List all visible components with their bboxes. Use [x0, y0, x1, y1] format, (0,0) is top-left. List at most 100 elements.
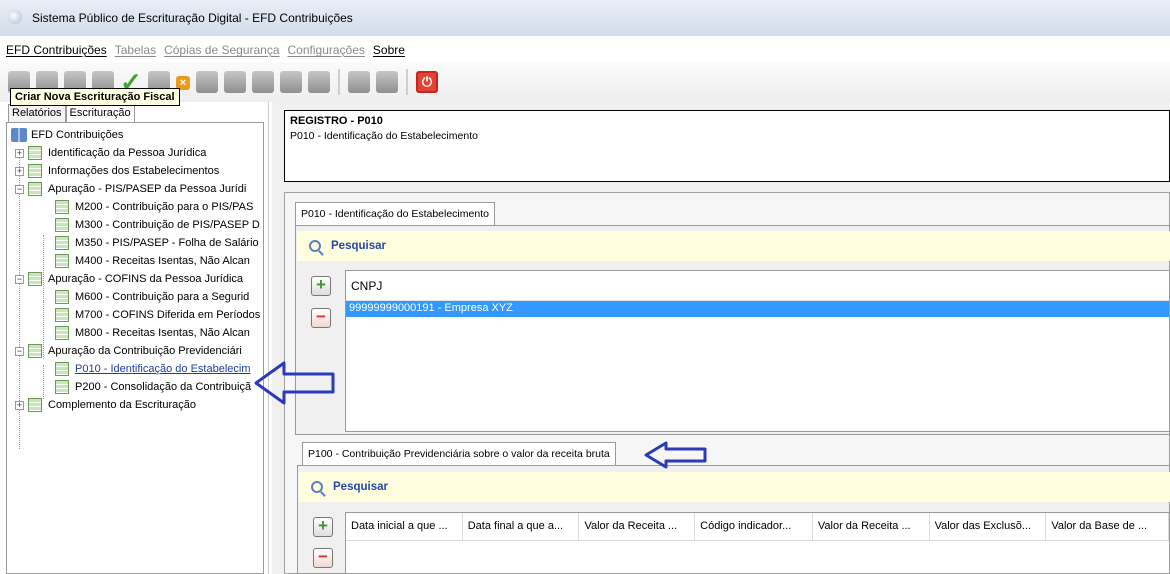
- p100-header-row: Data inicial a que ... Data final a que …: [346, 513, 1170, 541]
- register-subtitle: P010 - Identificação do Estabelecimento: [290, 130, 478, 142]
- column-header[interactable]: Valor da Receita ...: [579, 513, 696, 540]
- tab-relatorios[interactable]: Relatórios: [8, 104, 66, 124]
- table-icon: [55, 254, 69, 268]
- book-icon[interactable]: [308, 71, 330, 93]
- column-header[interactable]: Valor da Base de ...: [1046, 513, 1170, 540]
- export-icon[interactable]: [224, 71, 246, 93]
- tree-item[interactable]: M700 - COFINS Diferida em Períodos: [55, 306, 260, 324]
- table-row-selected[interactable]: 99999999000191 - Empresa XYZ: [346, 301, 1169, 317]
- power-exit-icon[interactable]: ⏻: [416, 71, 438, 93]
- expand-plus-icon[interactable]: +: [15, 148, 24, 158]
- table-icon: [28, 398, 42, 412]
- table-icon: [55, 308, 69, 322]
- table-icon: [28, 182, 42, 196]
- remove-row-button[interactable]: −: [313, 548, 333, 568]
- tree-item-label: M400 - Receitas Isentas, Não Alcan: [75, 255, 250, 267]
- tree-item-label: P200 - Consolidação da Contribuiçã: [75, 381, 252, 393]
- p010-search-label: Pesquisar: [331, 240, 386, 252]
- app-icon: [8, 10, 22, 24]
- table-icon: [55, 380, 69, 394]
- add-row-button[interactable]: +: [311, 276, 331, 296]
- tree-item[interactable]: M600 - Contribuição para a Segurid: [55, 288, 249, 306]
- tree-root[interactable]: EFD Contribuições: [11, 126, 123, 144]
- expand-plus-icon[interactable]: +: [15, 400, 24, 410]
- tree-item[interactable]: − Apuração - PIS/PASEP da Pessoa Jurídi: [15, 180, 246, 198]
- tree-item-label: M200 - Contribuição para o PIS/PAS: [75, 201, 254, 213]
- table-icon: [28, 146, 42, 160]
- navigation-tree: EFD Contribuições + Identificação da Pes…: [6, 122, 264, 574]
- table-icon: [55, 200, 69, 214]
- tab-escrituracao[interactable]: Escrituração: [65, 104, 135, 124]
- table-icon: [28, 272, 42, 286]
- tree-item-label: Complemento da Escrituração: [48, 399, 196, 411]
- collapse-minus-icon[interactable]: −: [15, 184, 24, 194]
- column-header[interactable]: Data final a que a...: [463, 513, 580, 540]
- p100-grid: Data inicial a que ... Data final a que …: [345, 512, 1170, 574]
- table-icon: [55, 218, 69, 232]
- tree-item-label: Apuração da Contribuição Previdenciári: [48, 345, 242, 357]
- column-header[interactable]: Código indicador...: [695, 513, 813, 540]
- tree-item-label: M350 - PIS/PASEP - Folha de Salário: [75, 237, 259, 249]
- tab-p010[interactable]: P010 - Identificação do Estabelecimento: [295, 202, 495, 226]
- column-header[interactable]: Valor da Receita ...: [813, 513, 930, 540]
- print-icon[interactable]: [196, 71, 218, 93]
- tree-item[interactable]: M300 - Contribuição de PIS/PASEP D: [55, 216, 260, 234]
- p010-grid: CNPJ 99999999000191 - Empresa XYZ: [345, 270, 1170, 432]
- save-as-icon[interactable]: [376, 71, 398, 93]
- tree-item-label: M600 - Contribuição para a Segurid: [75, 291, 250, 303]
- tab-p100[interactable]: P100 - Contribuição Previdenciária sobre…: [302, 442, 616, 466]
- mail-icon[interactable]: [280, 71, 302, 93]
- register-title: REGISTRO - P010: [290, 115, 383, 127]
- tree-item-label: M700 - COFINS Diferida em Períodos: [75, 309, 261, 321]
- book-icon: [11, 128, 27, 142]
- menu-sobre[interactable]: Sobre: [373, 43, 405, 57]
- annotation-arrow-left: [254, 361, 335, 405]
- tree-item[interactable]: M800 - Receitas Isentas, Não Alcan: [55, 324, 250, 342]
- tree-guide: [43, 235, 44, 303]
- table-icon: [28, 164, 42, 178]
- tree-item[interactable]: M400 - Receitas Isentas, Não Alcan: [55, 252, 250, 270]
- menu-copias-seguranca[interactable]: Cópias de Segurança: [164, 43, 279, 57]
- tree-item-label: Identificação da Pessoa Jurídica: [48, 147, 207, 159]
- tree-item[interactable]: M200 - Contribuição para o PIS/PAS: [55, 198, 253, 216]
- window-title: Sistema Público de Escrituração Digital …: [32, 11, 353, 25]
- tree-item-label: M300 - Contribuição de PIS/PASEP D: [75, 219, 260, 231]
- column-header[interactable]: Valor das Exclusõ...: [930, 513, 1047, 540]
- table-icon: [55, 236, 69, 250]
- left-tabs: Relatórios Escrituração: [8, 104, 135, 124]
- p100-search-label: Pesquisar: [333, 481, 388, 493]
- window-title-bar: Sistema Público de Escrituração Digital …: [0, 0, 1170, 36]
- table-icon: [28, 344, 42, 358]
- tree-item[interactable]: M350 - PIS/PASEP - Folha de Salário: [55, 234, 259, 252]
- menu-efd-contribuicoes[interactable]: EFD Contribuições: [6, 43, 107, 57]
- tree-item[interactable]: + Complemento da Escrituração: [15, 396, 196, 414]
- register-header: REGISTRO - P010 P010 - Identificação do …: [284, 110, 1170, 182]
- toolbar-tooltip: Criar Nova Escrituração Fiscal: [10, 88, 180, 106]
- collapse-minus-icon[interactable]: −: [15, 346, 24, 356]
- tree-item[interactable]: P200 - Consolidação da Contribuiçã: [55, 378, 251, 396]
- expand-plus-icon[interactable]: +: [15, 166, 24, 176]
- column-header-cnpj[interactable]: CNPJ: [346, 271, 1169, 301]
- tree-item[interactable]: + Identificação da Pessoa Jurídica: [15, 144, 206, 162]
- tree-item[interactable]: − Apuração - COFINS da Pessoa Jurídica: [15, 270, 243, 288]
- tree-guide: [43, 365, 44, 399]
- toolbar-separator: [406, 69, 408, 95]
- tree-item-label: M800 - Receitas Isentas, Não Alcan: [75, 327, 250, 339]
- column-header[interactable]: Data inicial a que ...: [346, 513, 463, 540]
- tree-item[interactable]: + Informações dos Estabelecimentos: [15, 162, 219, 180]
- tree-item-label: Informações dos Estabelecimentos: [48, 165, 220, 177]
- tree-item[interactable]: − Apuração da Contribuição Previdenciári: [15, 342, 242, 360]
- search-icon: [309, 240, 321, 252]
- tree-item-p010[interactable]: P010 - Identificação do Estabelecim: [55, 360, 251, 378]
- add-row-button[interactable]: +: [313, 517, 333, 537]
- menu-tabelas[interactable]: Tabelas: [115, 43, 156, 57]
- table-icon: [55, 362, 69, 376]
- menu-configuracoes[interactable]: Configurações: [288, 43, 365, 57]
- p100-search-bar[interactable]: Pesquisar: [299, 472, 1170, 502]
- toolbar-separator: [338, 69, 340, 95]
- save-icon[interactable]: [348, 71, 370, 93]
- remove-row-button[interactable]: −: [311, 308, 331, 328]
- collapse-minus-icon[interactable]: −: [15, 274, 24, 284]
- transmit-icon[interactable]: [252, 71, 274, 93]
- p010-search-bar[interactable]: Pesquisar: [297, 231, 1170, 261]
